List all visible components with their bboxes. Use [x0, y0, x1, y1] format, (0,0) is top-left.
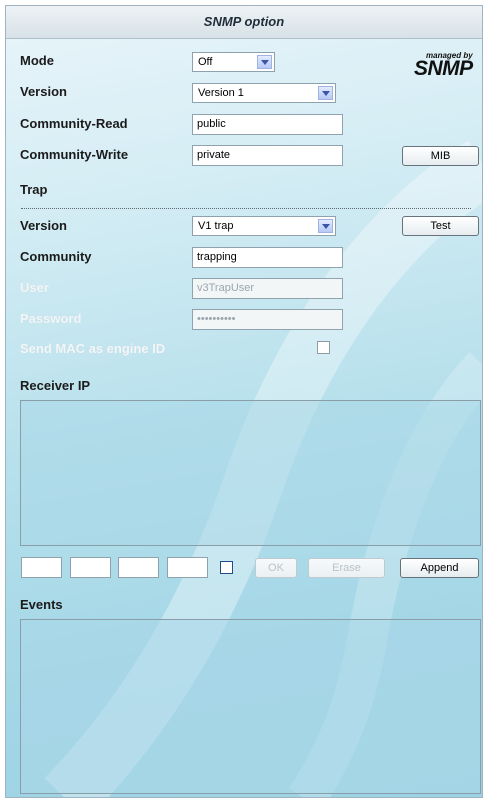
version-select[interactable]: Version 1	[192, 83, 336, 103]
erase-button[interactable]: Erase	[308, 558, 385, 578]
community-read-label: Community-Read	[20, 116, 128, 131]
trap-community-label: Community	[20, 249, 92, 264]
trap-password-input[interactable]: ••••••••••	[192, 309, 343, 330]
trap-divider	[21, 208, 471, 209]
trap-section-label: Trap	[20, 182, 48, 197]
mode-select[interactable]: Off	[192, 52, 275, 72]
mode-label: Mode	[20, 53, 54, 68]
version-value: Version 1	[198, 87, 244, 99]
ip-octet-1-input[interactable]	[21, 557, 62, 578]
snmp-logo: SNMP	[414, 57, 473, 80]
community-write-label: Community-Write	[20, 147, 129, 162]
ok-button[interactable]: OK	[255, 558, 297, 578]
mib-button[interactable]: MIB	[402, 146, 479, 166]
trap-community-input[interactable]: trapping	[192, 247, 343, 268]
snmp-option-panel: SNMP option managed by SNMP Mode Off Ver…	[5, 5, 483, 798]
append-button[interactable]: Append	[400, 558, 479, 578]
send-mac-checkbox[interactable]	[317, 341, 330, 354]
trap-version-select[interactable]: V1 trap	[192, 216, 336, 236]
trap-password-label: Password	[20, 311, 82, 326]
ip-octet-3-input[interactable]	[118, 557, 159, 578]
receiver-checkbox[interactable]	[220, 561, 233, 574]
chevron-down-icon	[318, 86, 333, 100]
send-mac-label: Send MAC as engine ID	[20, 341, 166, 356]
trap-version-label: Version	[20, 218, 67, 233]
mode-value: Off	[198, 56, 213, 68]
ip-octet-2-input[interactable]	[70, 557, 111, 578]
trap-user-label: User	[20, 280, 49, 295]
trap-user-input[interactable]: v3TrapUser	[192, 278, 343, 299]
community-read-input[interactable]: public	[192, 114, 343, 135]
version-label: Version	[20, 84, 67, 99]
receiver-ip-label: Receiver IP	[20, 378, 91, 393]
community-write-input[interactable]: private	[192, 145, 343, 166]
panel-title: SNMP option	[6, 6, 482, 39]
ip-octet-4-input[interactable]	[167, 557, 208, 578]
test-button[interactable]: Test	[402, 216, 479, 236]
trap-version-value: V1 trap	[198, 220, 234, 232]
receiver-ip-list[interactable]	[20, 400, 481, 546]
chevron-down-icon	[257, 55, 272, 69]
events-label: Events	[20, 597, 63, 612]
events-list[interactable]	[20, 619, 481, 794]
chevron-down-icon	[318, 219, 333, 233]
